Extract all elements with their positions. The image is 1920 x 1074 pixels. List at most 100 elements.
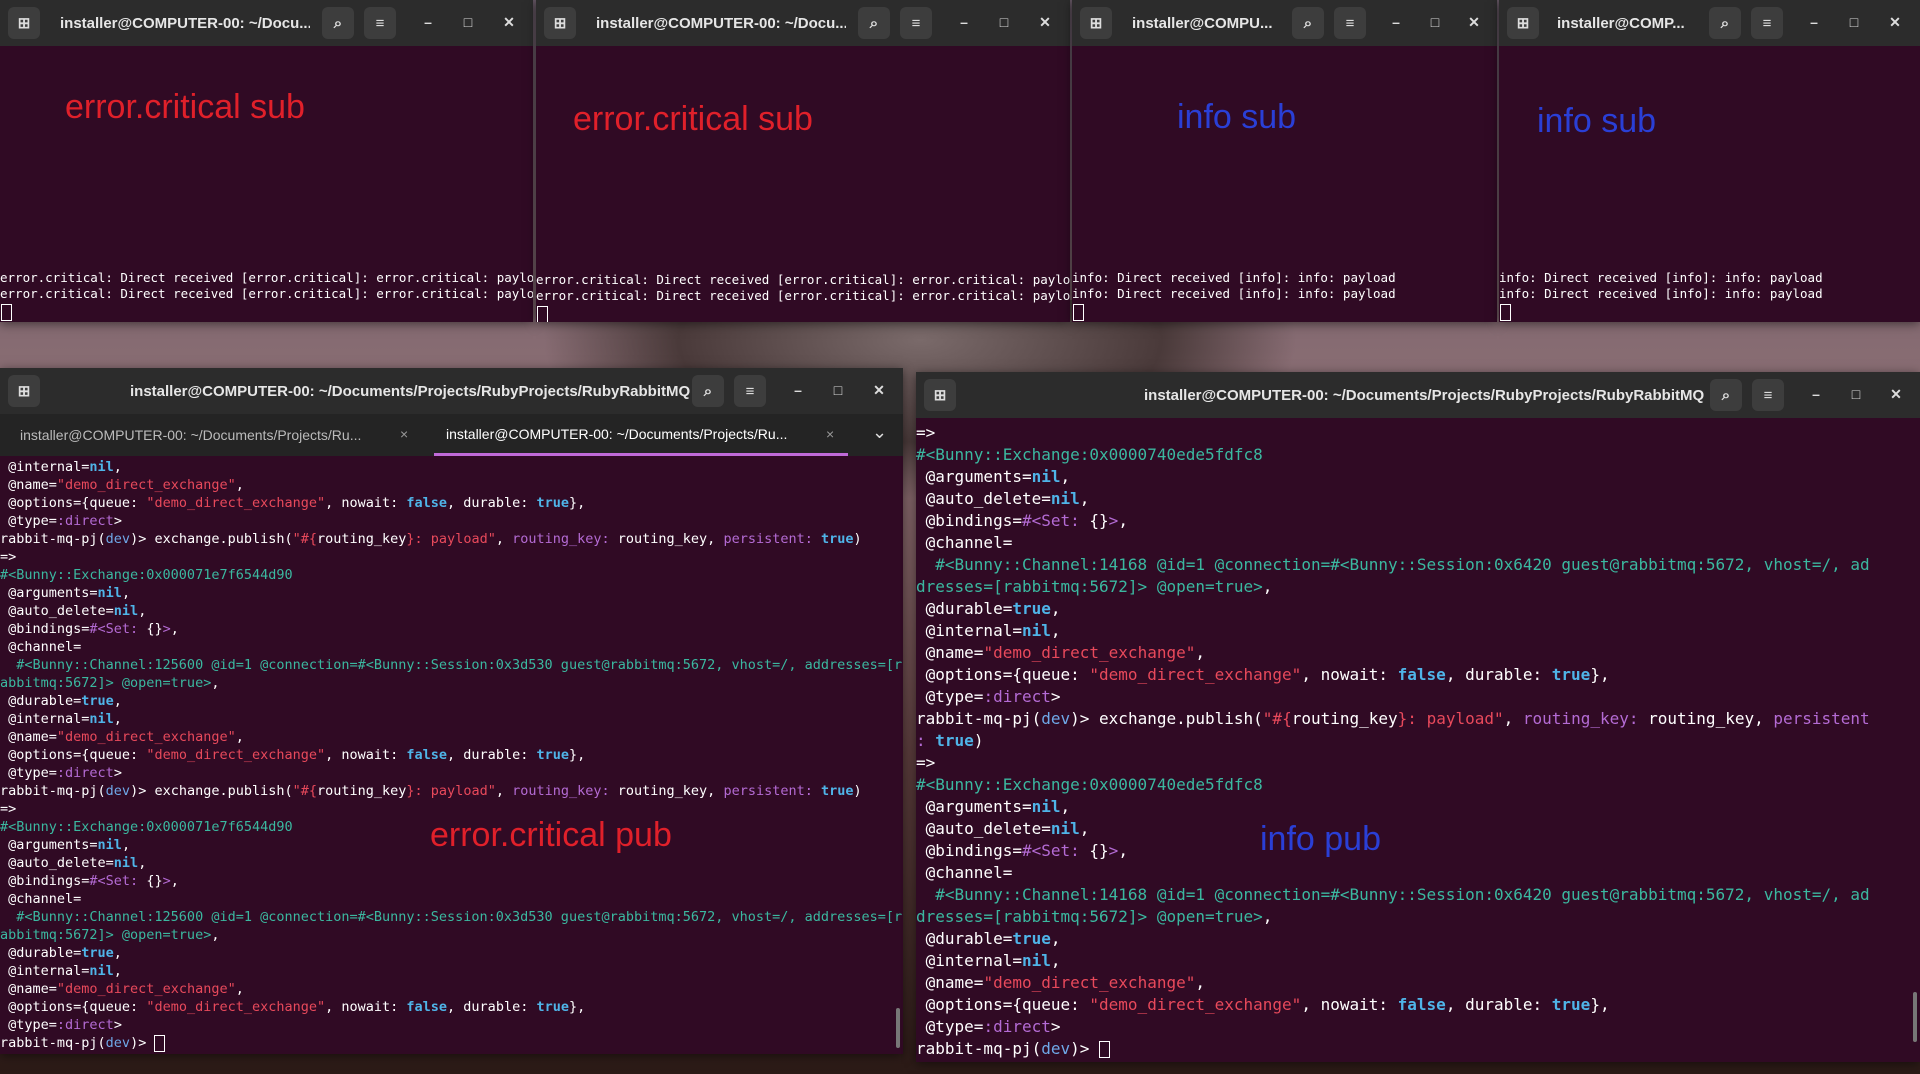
output-line: @internal=nil, <box>916 620 1920 642</box>
close-icon[interactable]: ✕ <box>499 12 519 32</box>
output-line: @name="demo_direct_exchange", <box>0 728 903 746</box>
new-tab-icon[interactable]: ⊞ <box>924 379 956 411</box>
terminal-window-info-sub-2[interactable]: ⊞ installer@COMP... ⌕ ≡ – □ ✕ info: Dire… <box>1499 0 1920 322</box>
close-icon[interactable]: ✕ <box>1035 12 1055 32</box>
output-segment: , <box>1050 599 1061 618</box>
minimize-icon[interactable]: – <box>788 380 808 400</box>
tab-close-icon[interactable]: × <box>826 426 834 442</box>
search-icon[interactable]: ⌕ <box>858 7 890 39</box>
output-segment: , <box>1060 467 1071 486</box>
menu-icon[interactable]: ≡ <box>1334 7 1366 39</box>
maximize-icon[interactable]: □ <box>828 380 848 400</box>
output-segment: @auto_delete= <box>0 603 114 619</box>
terminal-output[interactable]: @internal=nil, @name="demo_direct_exchan… <box>0 456 903 1054</box>
terminal-window-error-sub-2[interactable]: ⊞ installer@COMPUTER-00: ~/Docu... ⌕ ≡ –… <box>536 0 1070 322</box>
terminal-window-error-sub-1[interactable]: ⊞ installer@COMPUTER-00: ~/Docu... ⌕ ≡ –… <box>0 0 533 322</box>
output-line: @auto_delete=nil, <box>916 488 1920 510</box>
tab-1[interactable]: installer@COMPUTER-00: ~/Documents/Proje… <box>20 414 380 456</box>
window-title: installer@COMP... <box>1557 14 1685 32</box>
output-segment: , <box>1050 951 1061 970</box>
terminal-output[interactable]: info: Direct received [info]: info: payl… <box>1499 46 1920 322</box>
overlay-label: info sub <box>1177 98 1297 136</box>
maximize-icon[interactable]: □ <box>1846 384 1866 404</box>
maximize-icon[interactable]: □ <box>1425 12 1445 32</box>
output-segment: dev <box>105 783 131 799</box>
output-line: @internal=nil, <box>916 950 1920 972</box>
new-tab-icon[interactable]: ⊞ <box>1507 7 1539 39</box>
new-tab-icon[interactable]: ⊞ <box>8 375 40 407</box>
terminal-window-info-sub-1[interactable]: ⊞ installer@COMPU... ⌕ ≡ – □ ✕ info: Dir… <box>1072 0 1497 322</box>
output-segment: => <box>0 801 17 817</box>
close-icon[interactable]: ✕ <box>1885 12 1905 32</box>
close-icon[interactable]: ✕ <box>1464 12 1484 32</box>
minimize-icon[interactable]: – <box>1386 12 1406 32</box>
terminal-window-error-pub[interactable]: ⊞ installer@COMPUTER-00: ~/Documents/Pro… <box>0 368 903 1054</box>
output-line: error.critical: Direct received [error.c… <box>536 272 1070 287</box>
output-segment: )> <box>1070 1039 1100 1058</box>
output-segment <box>926 731 936 750</box>
maximize-icon[interactable]: □ <box>458 12 478 32</box>
output-segment: , <box>235 729 244 745</box>
output-segment: @auto_delete= <box>916 489 1051 508</box>
new-tab-icon[interactable]: ⊞ <box>544 7 576 39</box>
output-segment: {} <box>146 873 163 889</box>
minimize-icon[interactable]: – <box>418 12 438 32</box>
output-line: rabbit-mq-pj(dev)> exchange.publish("#{r… <box>0 530 903 548</box>
output-segment: routing_key <box>317 783 407 799</box>
output-segment: @auto_delete= <box>0 855 114 871</box>
output-segment: > <box>1050 1017 1061 1036</box>
window-title: installer@COMPUTER-00: ~/Documents/Proje… <box>1144 386 1704 404</box>
window-title: installer@COMPUTER-00: ~/Documents/Proje… <box>130 382 690 400</box>
menu-icon[interactable]: ≡ <box>364 7 396 39</box>
terminal-output[interactable]: error.critical: Direct received [error.c… <box>536 46 1070 322</box>
minimize-icon[interactable]: – <box>954 12 974 32</box>
tab-bar: installer@COMPUTER-00: ~/Documents/Proje… <box>0 414 903 456</box>
terminal-window-info-pub[interactable]: ⊞ installer@COMPUTER-00: ~/Documents/Pro… <box>916 372 1920 1062</box>
search-icon[interactable]: ⌕ <box>1710 379 1742 411</box>
output-segment: rabbit-mq-pj( <box>0 783 106 799</box>
search-icon[interactable]: ⌕ <box>692 375 724 407</box>
output-line: @internal=nil, <box>0 962 903 980</box>
scrollbar[interactable] <box>896 1008 900 1048</box>
window-title: installer@COMPUTER-00: ~/Docu... <box>596 14 846 32</box>
menu-icon[interactable]: ≡ <box>900 7 932 39</box>
scrollbar[interactable] <box>1913 992 1917 1042</box>
output-segment <box>813 783 821 799</box>
close-icon[interactable]: ✕ <box>1886 384 1906 404</box>
chevron-down-icon[interactable]: ⌄ <box>872 422 887 443</box>
output-line: dresses=[rabbitmq:5672]> @open=true>, <box>916 906 1920 928</box>
tab-2[interactable]: installer@COMPUTER-00: ~/Documents/Proje… <box>434 414 848 456</box>
output-line: @options={queue: "demo_direct_exchange",… <box>0 746 903 764</box>
minimize-icon[interactable]: – <box>1806 384 1826 404</box>
output-segment: true <box>1551 995 1591 1014</box>
output-line: #<Bunny::Channel:125600 @id=1 @connectio… <box>0 908 903 926</box>
menu-icon[interactable]: ≡ <box>1751 7 1783 39</box>
overlay-label: error.critical sub <box>65 88 305 126</box>
output-segment: nil <box>89 963 114 979</box>
terminal-output[interactable]: info: Direct received [info]: info: payl… <box>1072 46 1497 322</box>
minimize-icon[interactable]: – <box>1804 12 1824 32</box>
search-icon[interactable]: ⌕ <box>322 7 354 39</box>
output-segment: nil <box>89 711 114 727</box>
output-line: @name="demo_direct_exchange", <box>0 980 903 998</box>
close-icon[interactable]: ✕ <box>869 380 889 400</box>
menu-icon[interactable]: ≡ <box>734 375 766 407</box>
output-line: error.critical: Direct received [error.c… <box>536 288 1070 303</box>
search-icon[interactable]: ⌕ <box>1292 7 1324 39</box>
maximize-icon[interactable]: □ <box>994 12 1014 32</box>
terminal-output[interactable]: => #<Bunny::Exchange:0x0000740ede5fdfc8 @… <box>916 422 1920 1062</box>
new-tab-icon[interactable]: ⊞ <box>1080 7 1112 39</box>
tab-close-icon[interactable]: × <box>400 426 408 442</box>
output-segment: }: payload" <box>406 783 496 799</box>
output-segment: "demo_direct_exchange" <box>146 747 326 763</box>
new-tab-icon[interactable]: ⊞ <box>8 7 40 39</box>
output-segment: => <box>916 423 936 442</box>
menu-icon[interactable]: ≡ <box>1752 379 1784 411</box>
maximize-icon[interactable]: □ <box>1844 12 1864 32</box>
output-segment: persistent: <box>723 783 813 799</box>
output-segment: "#{ <box>292 783 318 799</box>
output-segment: > <box>1050 687 1061 706</box>
output-segment: "demo_direct_exchange" <box>146 495 326 511</box>
search-icon[interactable]: ⌕ <box>1709 7 1741 39</box>
output-line: @durable=true, <box>916 598 1920 620</box>
